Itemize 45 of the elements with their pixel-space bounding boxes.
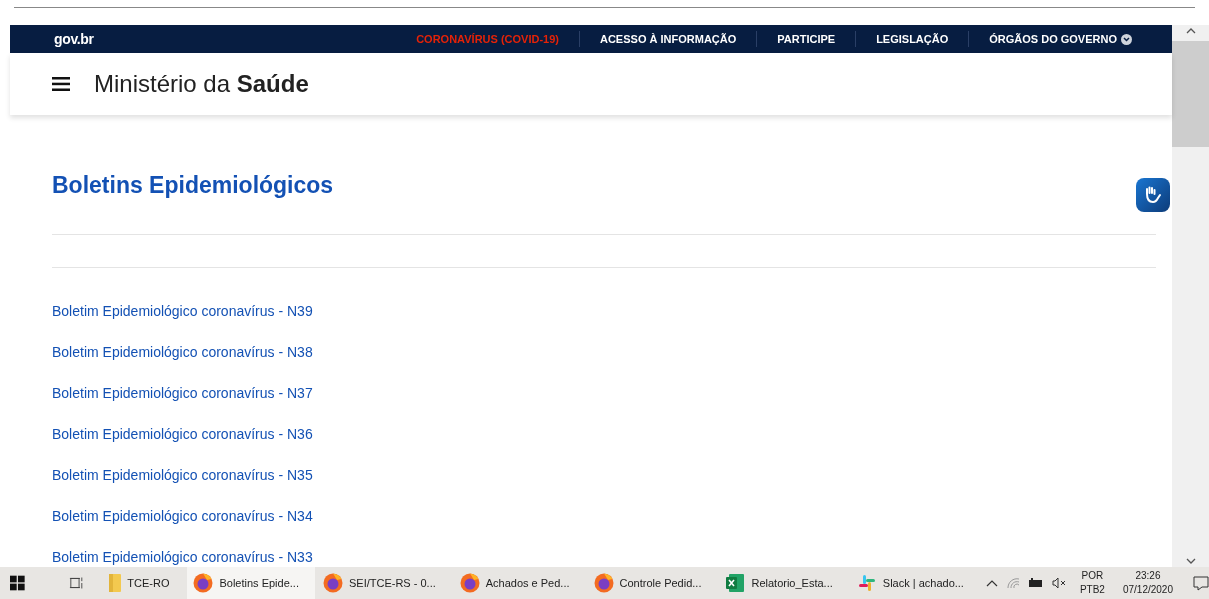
task-view-icon[interactable] [68, 575, 84, 591]
clock-time[interactable]: 23:26 [1135, 569, 1161, 583]
nav-link[interactable]: LEGISLAÇÃO [855, 30, 969, 48]
browser-icon [193, 573, 214, 593]
language-code[interactable]: POR [1081, 569, 1104, 583]
notification-icon[interactable] [1193, 575, 1209, 591]
folder-icon [109, 574, 122, 592]
taskbar-app[interactable]: SEI/TCE-RS - 0... [316, 567, 452, 599]
bulletin-link[interactable]: Boletim Epidemiológico coronavírus - N38 [52, 343, 313, 362]
nav-link[interactable]: CORONAVÍRUS (COVID-19) [396, 30, 579, 48]
taskbar-app[interactable]: Controle Pedid... [587, 567, 718, 599]
nav-link[interactable]: ÓRGÃOS DO GOVERNO [968, 30, 1152, 48]
bulletin-link[interactable]: Boletim Epidemiológico coronavírus - N34 [52, 507, 313, 526]
taskbar-app[interactable]: Relatorio_Esta... [719, 567, 849, 599]
menu-icon[interactable] [52, 77, 70, 91]
scroll-thumb[interactable] [1172, 41, 1209, 147]
page-title: Boletins Epidemiológicos [52, 171, 335, 200]
hand-icon [1143, 185, 1163, 205]
bulletin-link[interactable]: Boletim Epidemiológico coronavírus - N39 [52, 302, 313, 321]
logo[interactable]: gov.br [54, 28, 94, 50]
bulletin-link[interactable]: Boletim Epidemiológico coronavírus - N33 [52, 548, 313, 567]
chevron-down-icon [1121, 33, 1132, 45]
bulletin-link[interactable]: Boletim Epidemiológico coronavírus - N35 [52, 466, 313, 485]
bulletin-link[interactable]: Boletim Epidemiológico coronavírus - N37 [52, 384, 313, 403]
browser-icon [593, 573, 614, 593]
browser-icon [322, 573, 343, 593]
caret-up-icon[interactable] [985, 578, 998, 588]
windows-icon[interactable] [10, 575, 25, 591]
taskbar-app[interactable]: Boletins Epide... [187, 567, 315, 599]
taskbar-app[interactable]: Achados e Ped... [453, 567, 586, 599]
spreadsheet-icon [725, 573, 746, 593]
taskbar-app[interactable]: TCE-RO [103, 567, 186, 599]
site-title[interactable]: Ministério da Saúde [94, 66, 309, 102]
bulletin-link[interactable]: Boletim Epidemiológico coronavírus - N36 [52, 425, 313, 444]
nav-link[interactable]: PARTICIPE [756, 30, 856, 48]
taskbar-app[interactable]: Slack | achado... [850, 567, 980, 599]
mute-icon[interactable] [1051, 577, 1068, 589]
browser-icon [459, 573, 480, 593]
battery-icon[interactable] [1027, 578, 1044, 588]
sign-language-button[interactable] [1136, 178, 1170, 212]
keyboard-layout[interactable]: PTB2 [1079, 583, 1105, 597]
nav-link[interactable]: ACESSO À INFORMAÇÃO [579, 30, 757, 48]
hash-icon [856, 573, 877, 593]
scrollbar[interactable] [1172, 25, 1209, 567]
clock-date[interactable]: 07/12/2020 [1122, 583, 1173, 597]
